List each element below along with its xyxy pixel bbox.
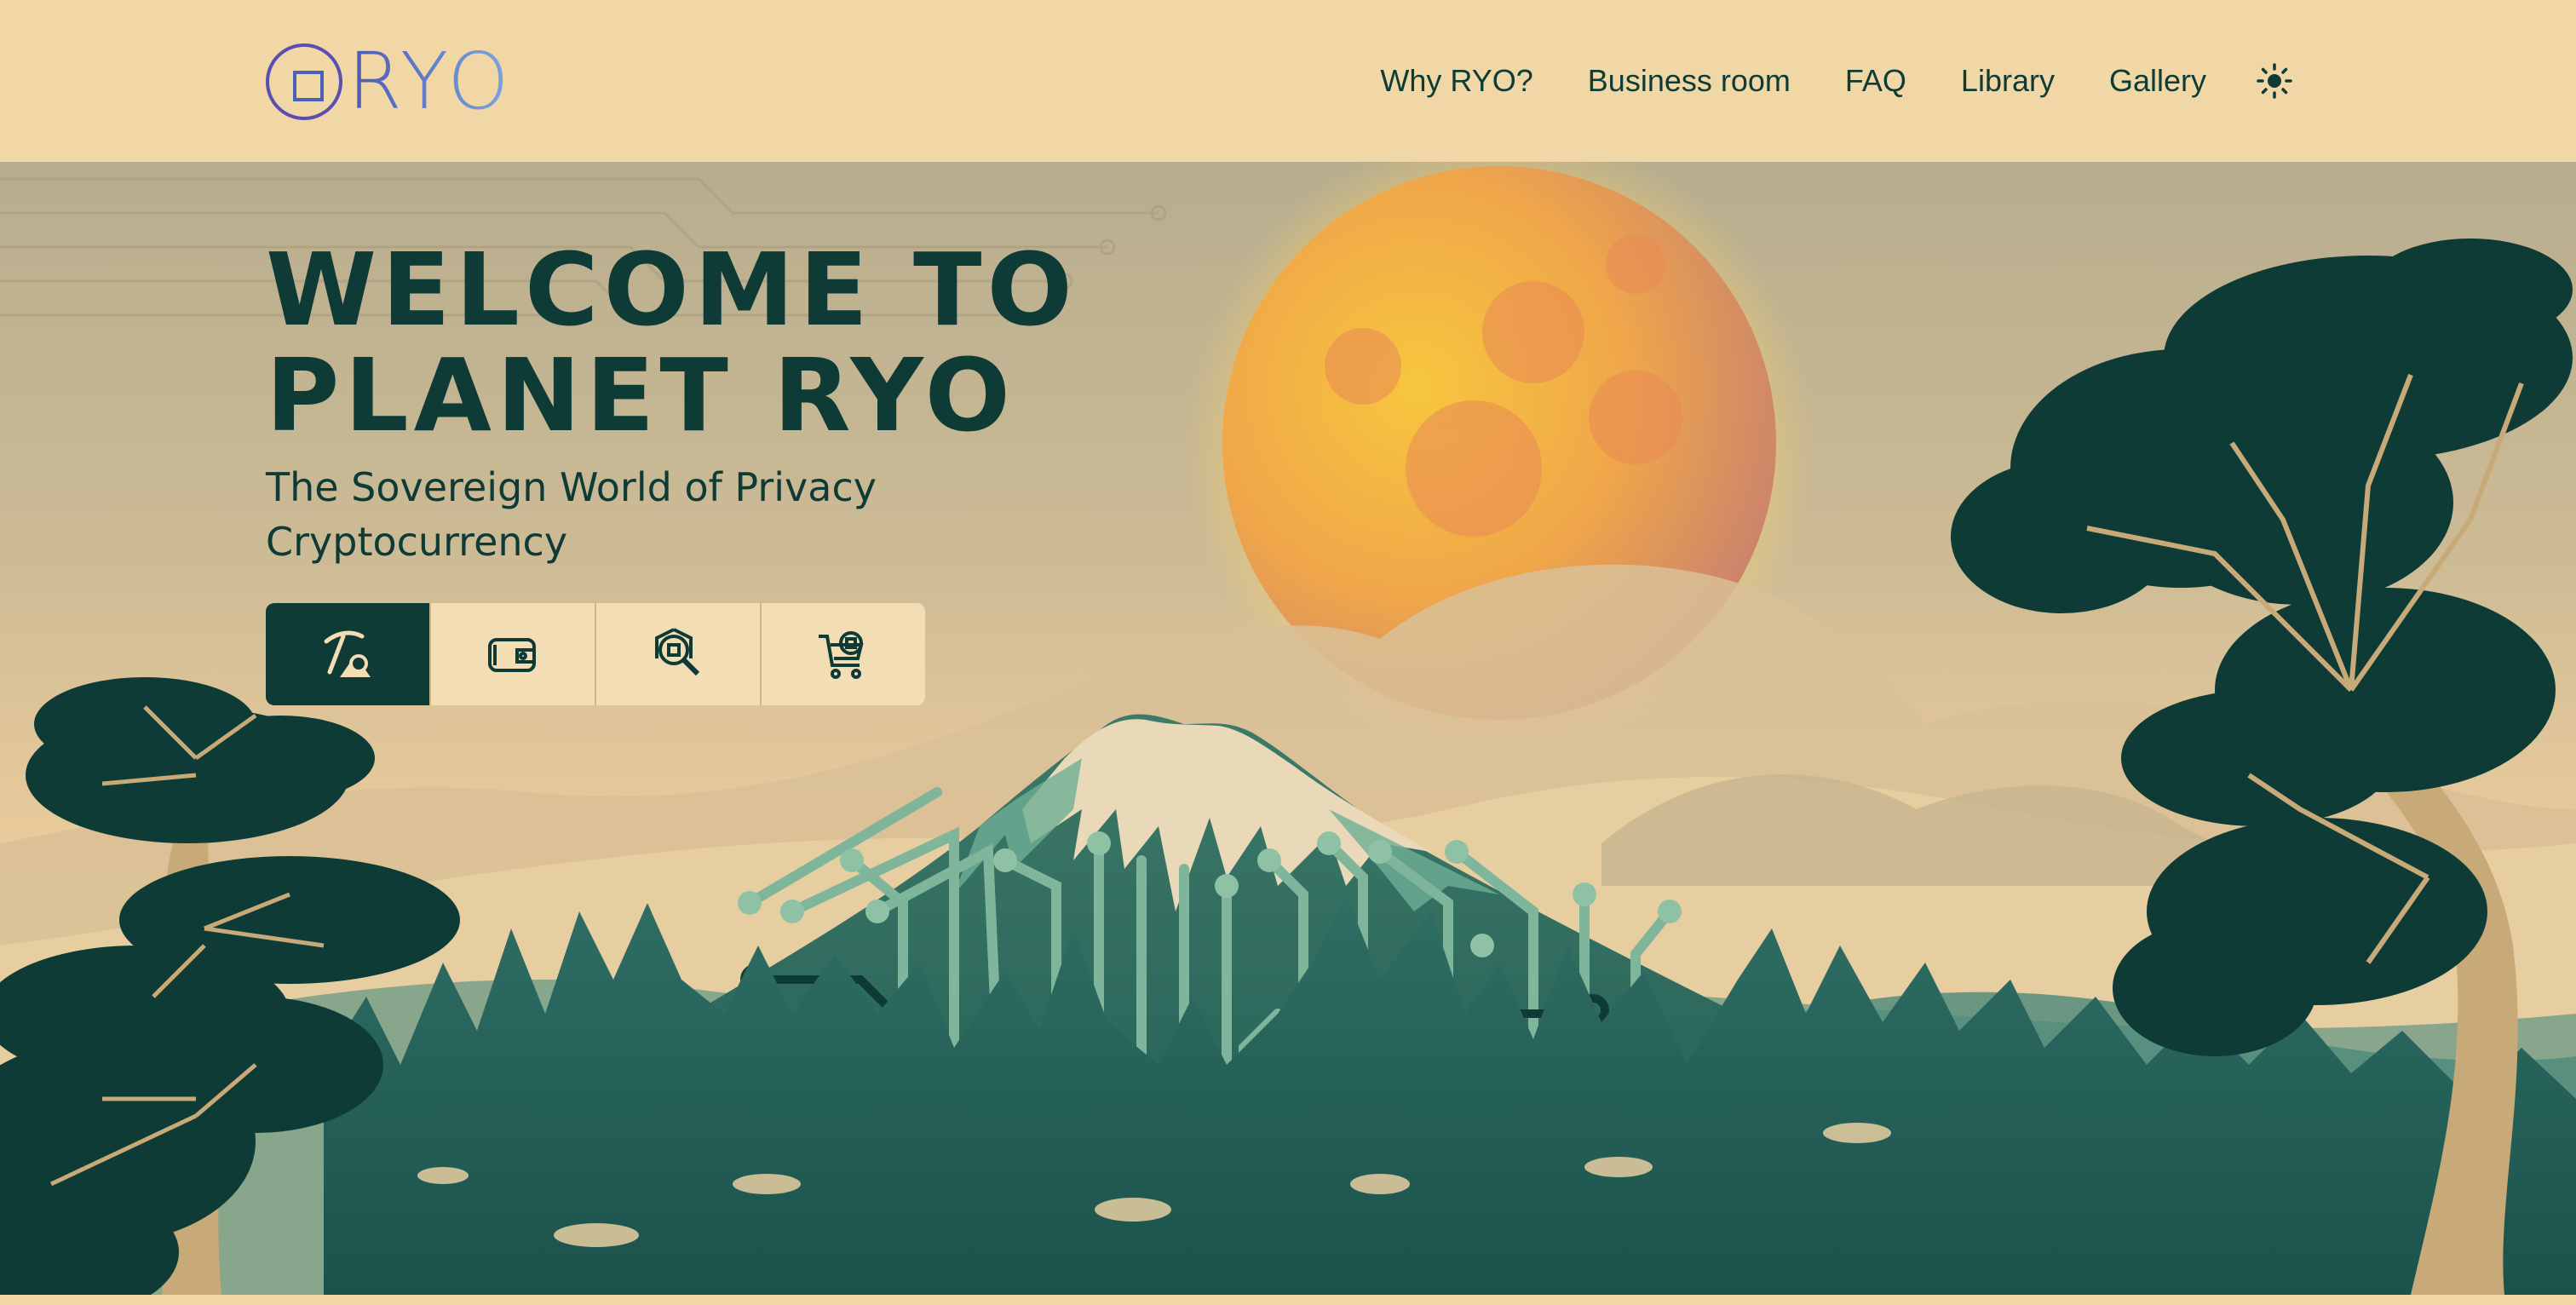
nav-business-room[interactable]: Business room: [1588, 63, 1791, 99]
hero-title-line-2: PLANET RYO: [266, 336, 1015, 454]
ryo-logo-icon: [266, 43, 342, 120]
hero-section: WELCOME TO PLANET RYO The Sovereign Worl…: [0, 162, 2576, 1295]
main-nav: Why RYO? Business room FAQ Library Galle…: [1380, 51, 2295, 111]
blockchain-explorer-button[interactable]: [596, 603, 762, 705]
nav-library[interactable]: Library: [1961, 63, 2055, 99]
ryo-logo[interactable]: RYO: [266, 41, 521, 123]
site-header: RYO Why RYO? Business room FAQ Library G…: [0, 0, 2576, 162]
nav-why-ryo[interactable]: Why RYO?: [1380, 63, 1532, 99]
hero-subtitle-line-2: Cryptocurrency: [266, 519, 568, 565]
hero-subtitle-line-1: The Sovereign World of Privacy: [266, 464, 877, 510]
hero-subtitle: The Sovereign World of Privacy Cryptocur…: [266, 460, 1032, 569]
nav-faq[interactable]: FAQ: [1845, 63, 1906, 99]
hero-title: WELCOME TO PLANET RYO: [266, 237, 1203, 448]
hero-title-line-1: WELCOME TO: [266, 231, 1078, 348]
nav-gallery[interactable]: Gallery: [2109, 63, 2206, 99]
bottom-divider: [0, 1295, 2576, 1305]
sun-icon: [2257, 63, 2292, 99]
wallet-button[interactable]: [431, 603, 596, 705]
hero-action-bar: [266, 603, 925, 705]
blockchain-explorer-icon: [655, 628, 700, 676]
shop-cart-icon: [819, 631, 864, 679]
mining-button[interactable]: [266, 603, 431, 705]
mining-pickaxe-icon: [324, 630, 371, 677]
wallet-icon: [488, 638, 536, 672]
logo-text: RYO: [348, 36, 513, 127]
theme-toggle-button[interactable]: [2254, 60, 2295, 101]
shop-button[interactable]: [762, 603, 925, 705]
